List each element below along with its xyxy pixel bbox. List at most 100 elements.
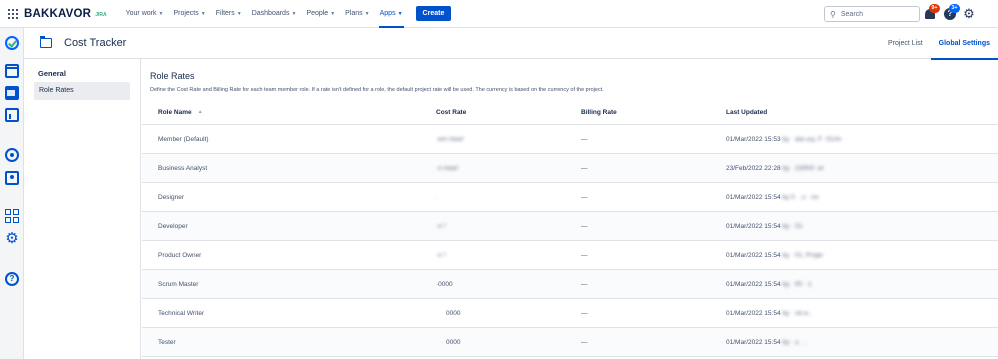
last-updated: 01/Mar/2022 15:54 by · vd a·,: [726, 299, 811, 327]
billing-rate[interactable]: —: [581, 270, 588, 298]
updated-date: 01/Mar/2022 15:53: [726, 135, 781, 143]
logo[interactable]: BAKKAVOR: [24, 8, 91, 20]
role-name: Member (Default): [158, 135, 209, 143]
billing-rate[interactable]: —: [581, 328, 588, 356]
chevron-down-icon: ▼: [291, 10, 297, 17]
table-header: Role Name ▲ Cost Rate Billing Rate Last U…: [142, 100, 998, 125]
folder-icon[interactable]: [5, 86, 19, 100]
settings-sidebar: General Role Rates: [24, 59, 141, 359]
updated-by: by · 23/R/0 ·er: [782, 164, 824, 172]
role-name: Product Owner: [158, 251, 202, 259]
tab-global-settings[interactable]: Global Settings: [930, 28, 998, 60]
updated-by: by · vd a·,: [782, 309, 812, 317]
cost-rate[interactable]: ·n ³: [436, 212, 446, 240]
billing-rate[interactable]: —: [581, 125, 588, 153]
last-updated: 01/Mar/2022 15:54 by · 01, Projer: [726, 241, 823, 269]
updated-by: by · 01·: [782, 222, 805, 230]
sort-icon: ▲: [197, 109, 203, 115]
menu-dashboards[interactable]: Dashboards ▼: [247, 0, 302, 28]
cost-rate[interactable]: ·: [436, 183, 438, 211]
main-content: Role Rates Define the Cost Rate and Bill…: [142, 59, 998, 359]
help-icon[interactable]: ?: [5, 272, 19, 286]
menu-projects[interactable]: Projects ▼: [168, 0, 210, 28]
billing-rate[interactable]: —: [581, 299, 588, 327]
last-updated: 01/Mar/2022 15:54 by · f/0 · 1: [726, 270, 812, 298]
project-icon-rail: ⚙ ?: [0, 28, 24, 359]
updated-by: by · 01, Projer: [782, 251, 824, 259]
table-row[interactable]: Member (Default) ·em mea³ — 01/Mar/2022 …: [142, 125, 998, 154]
create-button[interactable]: Create: [415, 6, 452, 21]
column-header-cost-rate: Cost Rate: [436, 108, 467, 116]
updated-date: 01/Mar/2022 15:54: [726, 309, 781, 317]
settings-icon[interactable]: ⚙: [963, 7, 975, 20]
updated-date: 01/Mar/2022 15:54: [726, 338, 781, 346]
menu-people[interactable]: People ▼: [301, 0, 340, 28]
tab-project-list[interactable]: Project List: [880, 28, 931, 59]
billing-rate[interactable]: —: [581, 212, 588, 240]
section-title: Role Rates: [150, 71, 195, 81]
cost-rate[interactable]: 0000: [436, 299, 460, 327]
cost-rate[interactable]: ·n mea³: [436, 154, 458, 182]
search-box[interactable]: ⚲: [824, 6, 920, 22]
last-updated: 01/Mar/2022 15:54 by · v, · ,: [726, 328, 807, 356]
table-row[interactable]: Tester 0000 — 01/Mar/2022 15:54 by · v, …: [142, 328, 998, 357]
section-description: Define the Cost Rate and Billing Rate fo…: [150, 87, 604, 93]
settings-icon[interactable]: ⚙: [5, 231, 19, 246]
chart-icon[interactable]: [5, 108, 19, 122]
cost-rate[interactable]: ·n ³: [436, 241, 446, 269]
role-rates-table: Role Name ▲ Cost Rate Billing Rate Last U…: [142, 100, 998, 357]
role-name: Tester: [158, 338, 176, 346]
billing-rate[interactable]: —: [581, 241, 588, 269]
menu-apps[interactable]: Apps ▼: [375, 0, 408, 28]
apps-icon[interactable]: [5, 209, 19, 223]
person-card-icon[interactable]: [5, 171, 19, 185]
table-row[interactable]: Designer · — 01/Mar/2022 15:54 by 0 · ,v…: [142, 183, 998, 212]
menu-label: Plans: [345, 10, 363, 17]
table-row[interactable]: Technical Writer 0000 — 01/Mar/2022 15:5…: [142, 299, 998, 328]
chevron-down-icon: ▼: [200, 10, 206, 17]
menu-label: Filters: [215, 10, 235, 17]
search-icon: ⚲: [830, 9, 836, 19]
billing-rate[interactable]: —: [581, 154, 588, 182]
sidebar-heading: General: [38, 69, 66, 78]
folder-icon: [40, 36, 52, 48]
table-row[interactable]: Product Owner ·n ³ — 01/Mar/2022 15:54 b…: [142, 241, 998, 270]
app-switcher-icon[interactable]: [8, 8, 18, 19]
top-navigation: BAKKAVOR JIRA Your work ▼ Projects ▼ Filte…: [0, 0, 998, 28]
table-row[interactable]: Developer ·n ³ — 01/Mar/2022 15:54 by · …: [142, 212, 998, 241]
updated-by: by · v, · ,: [782, 338, 808, 346]
chevron-down-icon: ▼: [236, 10, 242, 17]
page-header: Cost Tracker Project List Global Setting…: [24, 28, 998, 60]
menu-label: Dashboards: [251, 10, 290, 17]
cost-rate[interactable]: ·em mea³: [436, 125, 464, 153]
calendar-icon[interactable]: [5, 64, 19, 78]
updated-by: by · f/0 · 1: [782, 280, 812, 288]
globe-icon[interactable]: [5, 148, 19, 162]
checkmark-circle-icon[interactable]: [5, 36, 19, 50]
search-input[interactable]: [840, 10, 911, 18]
table-row[interactable]: Business Analyst ·n mea³ — 23/Feb/2022 2…: [142, 154, 998, 183]
last-updated: 01/Mar/2022 15:54 by · 01·: [726, 212, 804, 240]
role-name: Technical Writer: [158, 309, 205, 317]
billing-rate[interactable]: —: [581, 183, 588, 211]
menu-your-work[interactable]: Your work ▼: [121, 0, 169, 28]
chevron-down-icon: ▼: [364, 10, 370, 17]
help-icon[interactable]: ? 3+: [944, 4, 960, 20]
menu-filters[interactable]: Filters ▼: [211, 0, 247, 28]
notifications-icon[interactable]: 9+: [924, 4, 940, 20]
page-tabs: Project List Global Settings: [880, 28, 998, 60]
updated-date: 01/Mar/2022 15:54: [726, 280, 781, 288]
role-name: Scrum Master: [158, 280, 199, 288]
column-header-role-name[interactable]: Role Name ▲: [158, 100, 203, 124]
updated-by: by 0 · ,v · nn: [782, 193, 819, 201]
menu-plans[interactable]: Plans ▼: [340, 0, 374, 28]
table-row[interactable]: Scrum Master ·0000 — 01/Mar/2022 15:54 b…: [142, 270, 998, 299]
menu-label: Projects: [173, 10, 199, 17]
help-badge: 3+: [949, 4, 960, 13]
cost-rate[interactable]: 0000: [436, 328, 460, 356]
column-header-last-updated: Last Updated: [726, 108, 768, 116]
column-label: Role Name: [158, 108, 192, 116]
updated-by: by · ata ury, F· 01/Ar: [782, 135, 842, 143]
sidebar-item-role-rates[interactable]: Role Rates: [34, 82, 130, 100]
cost-rate[interactable]: ·0000: [436, 270, 453, 298]
